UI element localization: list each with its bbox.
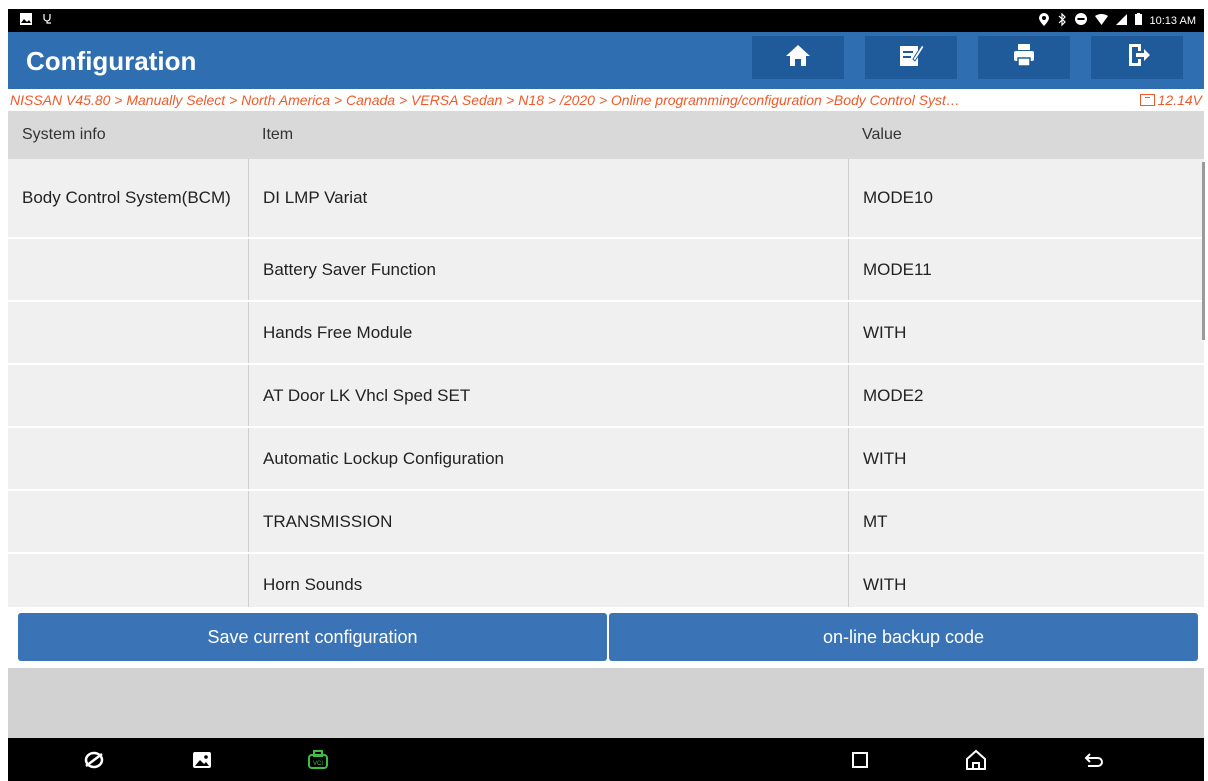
item-cell: AT Door LK Vhcl Sped SET [248,365,848,426]
table-row[interactable]: AT Door LK Vhcl Sped SET MODE2 [8,365,1204,428]
value-cell: WITH [848,428,1204,489]
system-info-cell [8,554,248,607]
table-row[interactable]: Horn Sounds WITH [8,554,1204,607]
column-header-item: Item [262,126,294,143]
back-icon[interactable] [1082,748,1106,772]
signal-icon [1115,13,1127,28]
exit-icon [1123,41,1151,74]
home-icon [784,41,812,74]
gallery-icon[interactable] [190,748,214,772]
status-bar: 10:13 AM [8,9,1204,32]
home-button[interactable] [752,36,844,79]
location-icon [1038,12,1049,29]
table-row[interactable]: Battery Saver Function MODE11 [8,239,1204,302]
value-cell: WITH [848,302,1204,363]
edit-report-button[interactable] [865,36,957,79]
table-scrollbar[interactable] [1202,162,1205,340]
battery-icon [1134,13,1142,28]
clock: 10:13 AM [1149,14,1196,27]
exit-button[interactable] [1091,36,1183,79]
value-cell: WITH [848,554,1204,607]
battery-voltage-icon [1139,94,1155,106]
table-row[interactable]: Automatic Lockup Configuration WITH [8,428,1204,491]
table-row[interactable]: Body Control System(BCM) DI LMP Variat M… [8,159,1204,239]
item-cell: Horn Sounds [248,554,848,607]
column-header-value: Value [862,126,902,143]
table-header: System info Item Value [8,111,1204,159]
dnd-icon [1074,13,1087,28]
breadcrumb: NISSAN V45.80 > Manually Select > North … [8,89,1204,111]
configuration-table[interactable]: System info Item Value Body Control Syst… [8,111,1204,607]
print-button[interactable] [978,36,1070,79]
table-row[interactable]: TRANSMISSION MT [8,491,1204,554]
breadcrumb-path: NISSAN V45.80 > Manually Select > North … [10,92,960,108]
value-cell: MODE10 [848,159,1204,237]
system-info-cell [8,365,248,426]
wifi-icon [1094,13,1108,28]
column-header-system-info: System info [22,126,106,143]
item-cell: DI LMP Variat [248,159,848,237]
app-header: Configuration [8,32,1204,89]
table-row[interactable]: Hands Free Module WITH [8,302,1204,365]
home-icon[interactable] [964,748,988,772]
online-backup-code-button[interactable]: on-line backup code [609,613,1198,661]
value-cell: MODE11 [848,239,1204,300]
browser-icon[interactable] [82,748,106,772]
system-info-cell: Body Control System(BCM) [22,188,231,207]
save-configuration-button[interactable]: Save current configuration [18,613,607,661]
system-info-cell [8,491,248,552]
page-title: Configuration [26,46,197,76]
bluetooth-icon [1057,12,1067,29]
action-bar: Save current configuration on-line backu… [18,613,1198,661]
voltage-value: 12.14V [1157,92,1202,108]
value-cell: MODE2 [848,365,1204,426]
item-cell: TRANSMISSION [248,491,848,552]
voltage-indicator: 12.14V [1139,92,1204,108]
footer-area [8,668,1204,738]
gallery-icon [20,13,32,28]
system-info-cell [8,428,248,489]
stethoscope-icon [42,13,54,28]
vci-icon[interactable]: VCI [306,748,330,772]
item-cell: Hands Free Module [248,302,848,363]
value-cell: MT [848,491,1204,552]
system-info-cell [8,302,248,363]
print-icon [1010,41,1038,74]
svg-text:VCI: VCI [313,761,323,767]
item-cell: Battery Saver Function [248,239,848,300]
system-nav-bar: VCI [8,738,1204,781]
edit-report-icon [897,41,925,74]
system-info-cell [8,239,248,300]
item-cell: Automatic Lockup Configuration [248,428,848,489]
recents-icon[interactable] [848,748,872,772]
